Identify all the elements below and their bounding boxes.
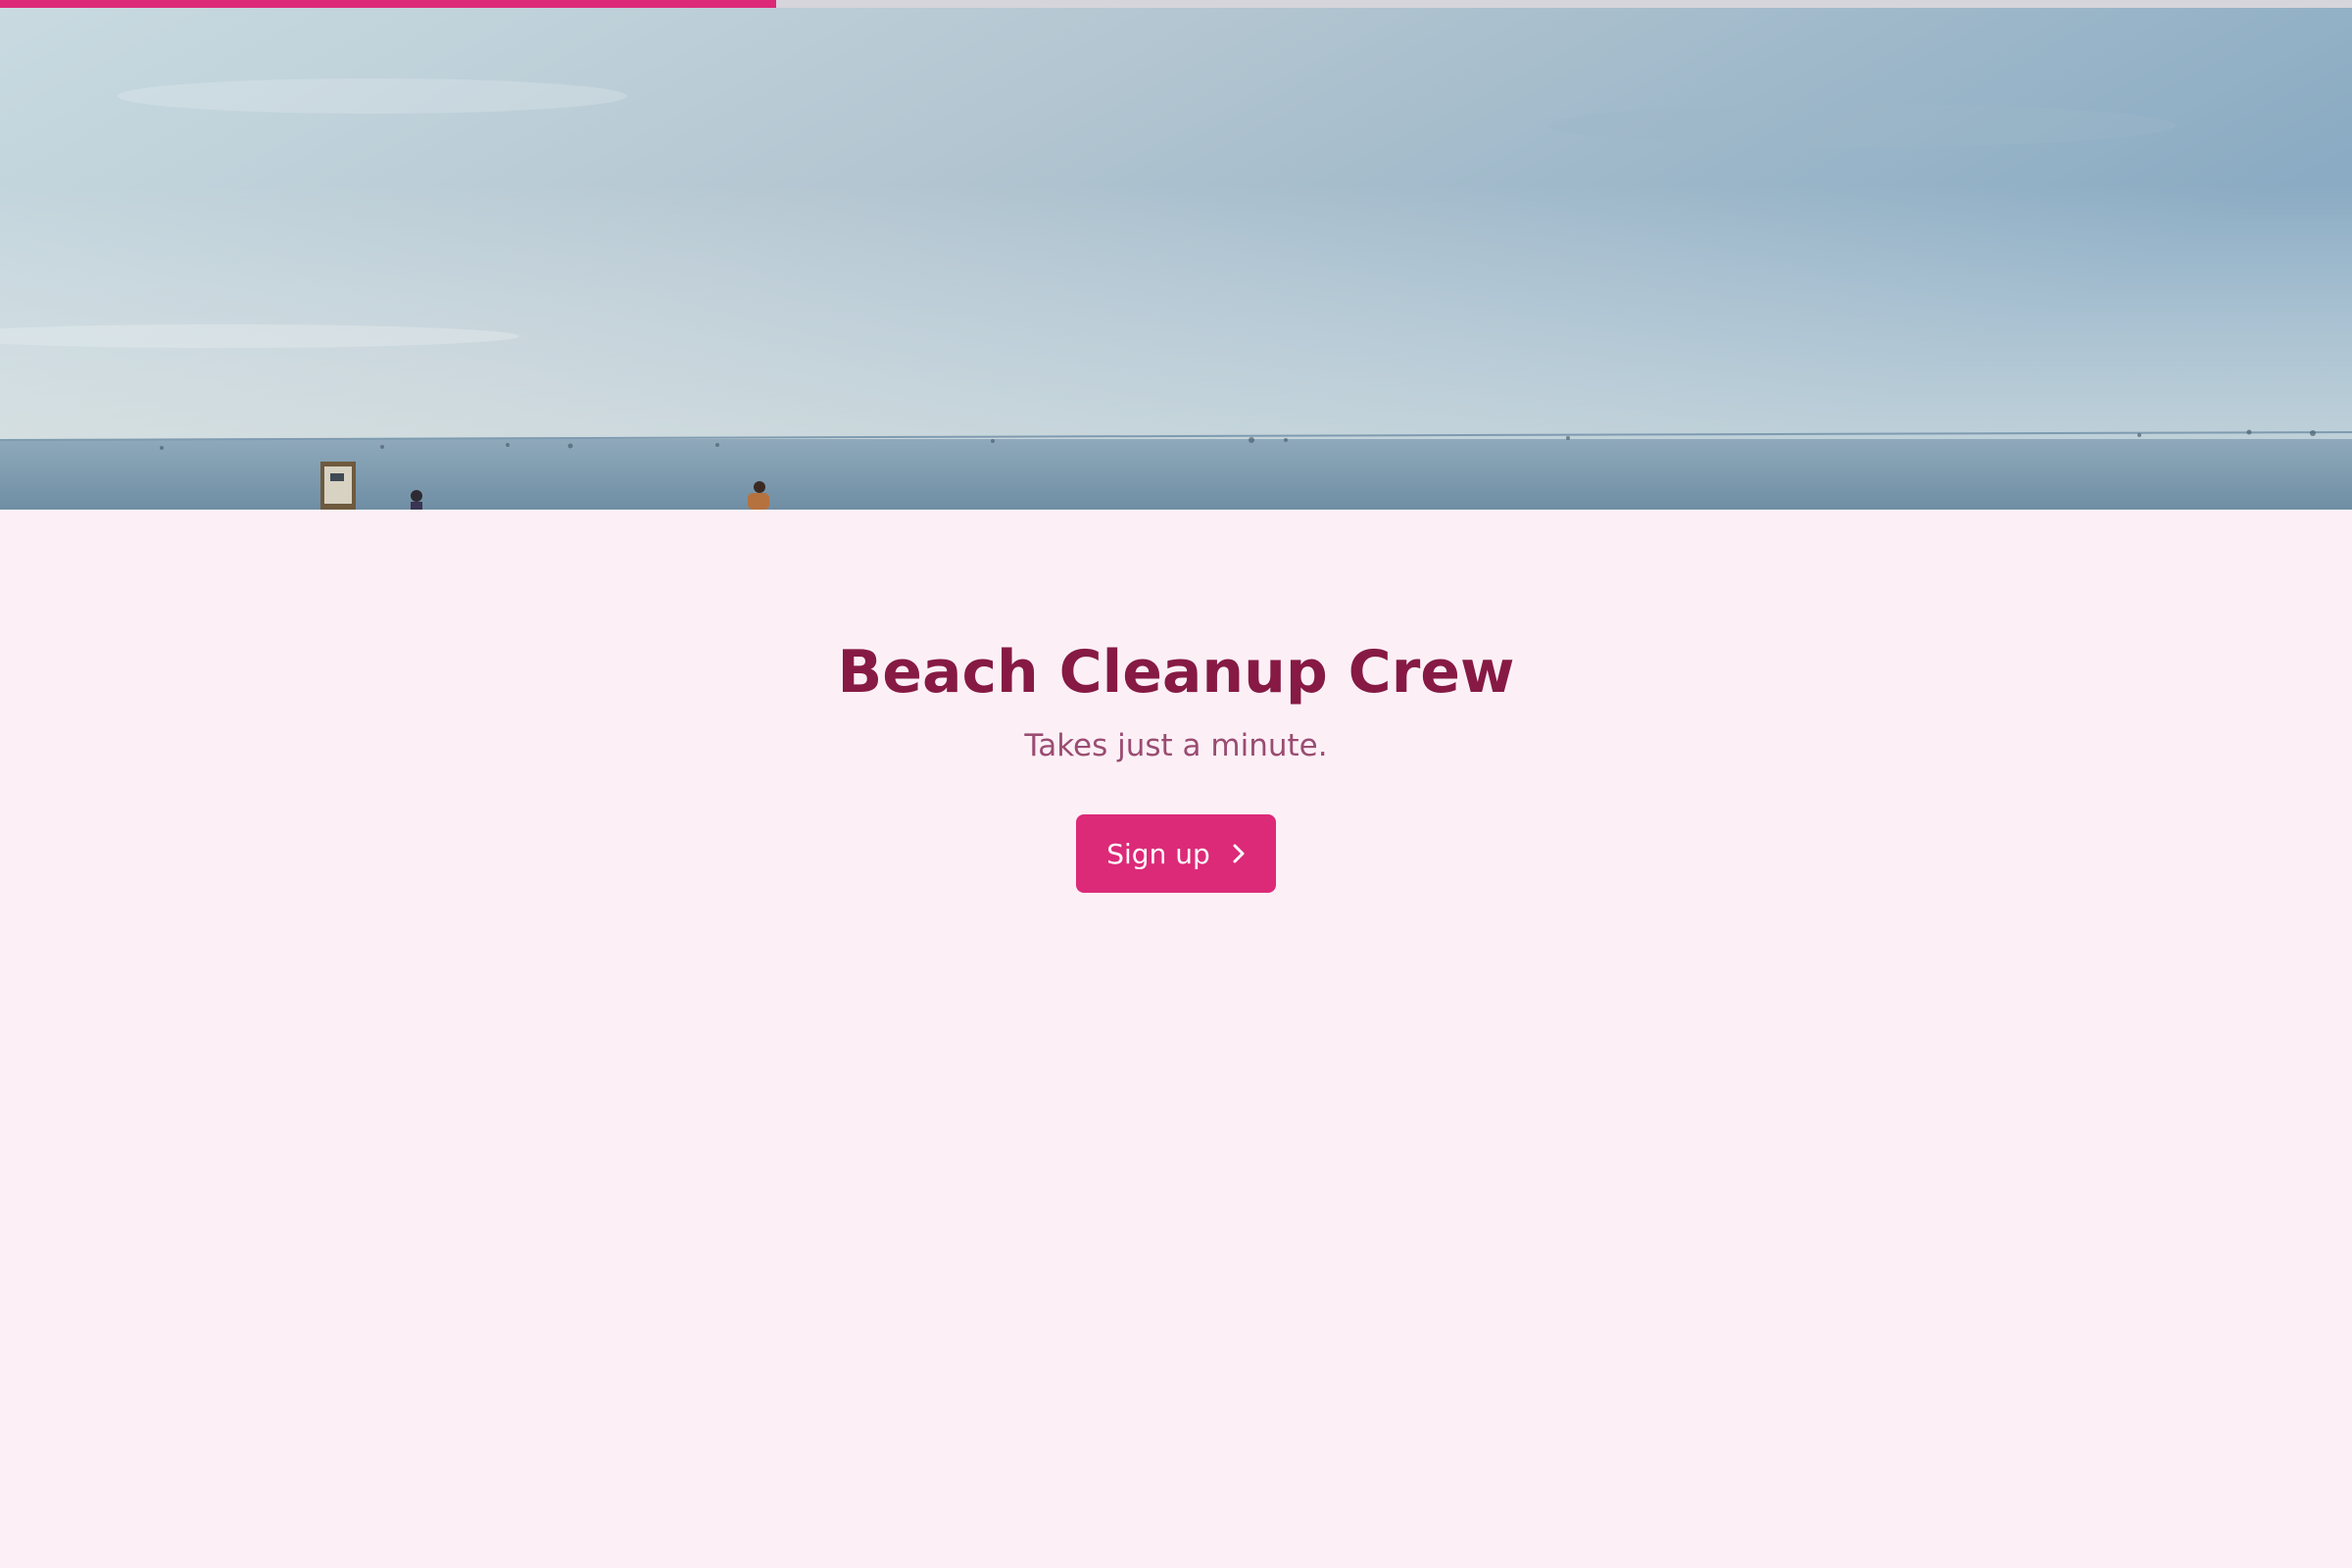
hero-image [0,8,2352,510]
progress-bar-fill [0,0,776,8]
signup-button-label: Sign up [1106,837,1210,870]
progress-bar [0,0,2352,8]
signup-button[interactable]: Sign up [1076,814,1276,894]
chevron-right-icon [1233,844,1245,863]
main-content: Beach Cleanup Crew Takes just a minute. … [0,510,2352,894]
page-subtitle: Takes just a minute. [1024,728,1328,763]
page-title: Beach Cleanup Crew [837,638,1515,707]
